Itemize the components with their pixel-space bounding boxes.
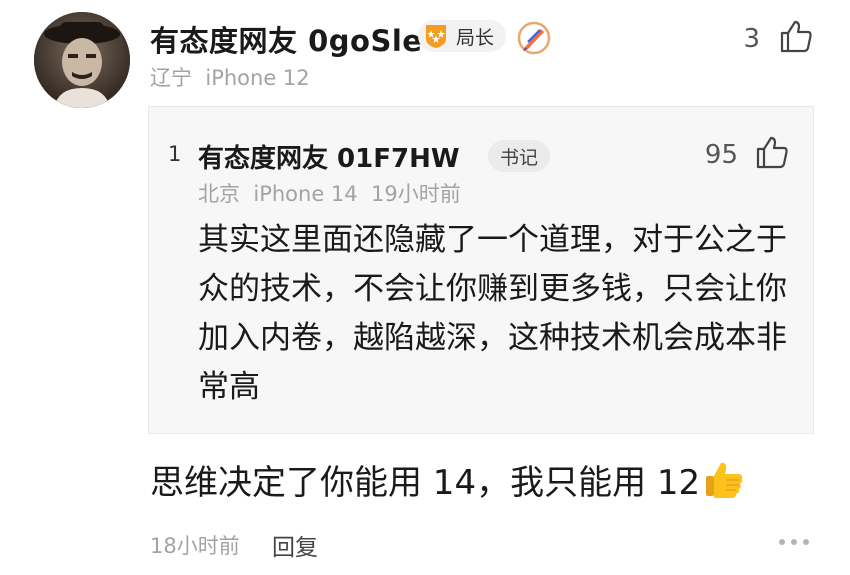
comment-device: iPhone 12 bbox=[205, 66, 310, 90]
comment-meta: 辽宁 iPhone 12 bbox=[150, 62, 310, 92]
reply-button[interactable]: 回复 bbox=[272, 528, 318, 562]
comment-text-row: 思维决定了你能用 14，我只能用 12 bbox=[150, 455, 746, 504]
thumbs-up-emoji bbox=[706, 462, 743, 498]
more-dots-icon[interactable] bbox=[776, 532, 812, 552]
comment-location: 辽宁 bbox=[150, 66, 192, 90]
reply-location: 北京 bbox=[198, 182, 240, 206]
reply-text: 其实这里面还隐藏了一个道理，对于公之于众的技术，不会让你赚到更多钱，只会让你加入… bbox=[198, 222, 787, 405]
reply-device: iPhone 14 bbox=[253, 182, 358, 206]
reply-time: 19小时前 bbox=[371, 182, 461, 206]
reply-badge[interactable]: 书记 bbox=[488, 140, 551, 172]
reply-like-count: 95 bbox=[704, 140, 738, 170]
pen-badge-icon bbox=[517, 21, 551, 55]
comment-username[interactable]: 有态度网友 0goSle bbox=[150, 18, 422, 60]
rank-shield-icon bbox=[426, 25, 446, 48]
reply-meta: 北京 iPhone 14 19小时前 bbox=[198, 178, 461, 208]
reply-username[interactable]: 有态度网友 01F7HW bbox=[198, 138, 460, 175]
rank-badge[interactable]: 局长 bbox=[418, 20, 507, 52]
thumbs-up-outline-icon[interactable] bbox=[754, 134, 790, 170]
comment-like-count: 3 bbox=[743, 24, 760, 54]
comment-time: 18小时前 bbox=[150, 534, 240, 558]
reply-floor-number: 1 bbox=[168, 142, 182, 166]
comment-text: 思维决定了你能用 14，我只能用 12 bbox=[150, 463, 701, 503]
avatar[interactable] bbox=[34, 12, 130, 108]
rank-badge-label: 局长 bbox=[456, 26, 495, 49]
thumbs-up-outline-icon[interactable] bbox=[778, 18, 814, 54]
